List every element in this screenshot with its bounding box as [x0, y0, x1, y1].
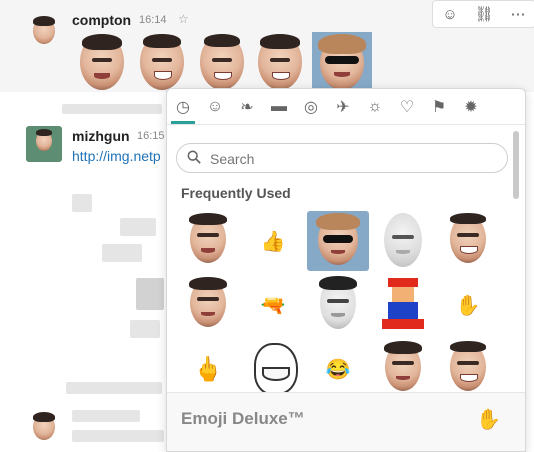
- troll-face-emoji[interactable]: [242, 339, 304, 399]
- emoji-pack-name: Emoji Deluxe™: [181, 409, 305, 428]
- heart-icon[interactable]: ♡: [391, 89, 423, 124]
- smiley-icon[interactable]: ☺: [199, 89, 231, 124]
- picker-footer: Emoji Deluxe™ ✋: [167, 392, 525, 451]
- thumbs-up-emoji[interactable]: 👍: [242, 211, 304, 271]
- mario-face-icon: [392, 287, 414, 302]
- burger-icon[interactable]: ▬: [263, 89, 295, 124]
- blurred-content: [102, 244, 142, 262]
- add-reaction-icon[interactable]: ☺: [436, 3, 464, 25]
- message-actions: ☺ ⛓ ⋯: [432, 0, 534, 28]
- blurred-text: [66, 382, 162, 394]
- middle-finger-emoji[interactable]: 🖕: [177, 339, 239, 399]
- emoji-face[interactable]: [140, 34, 184, 92]
- lightbulb-icon[interactable]: ☼: [359, 89, 391, 124]
- middle-finger-icon: 🖕: [193, 355, 223, 383]
- avatar[interactable]: [26, 408, 62, 444]
- custom-icon[interactable]: ✹: [455, 89, 487, 124]
- blurred-content: [130, 320, 160, 338]
- timestamp[interactable]: 16:14: [139, 14, 167, 26]
- emoji-face[interactable]: [80, 34, 124, 92]
- flag-icon[interactable]: ⚑: [423, 89, 455, 124]
- more-icon[interactable]: ⋯: [504, 3, 532, 25]
- mario-hat-icon: [388, 278, 418, 287]
- emoji-face-sunglasses[interactable]: [307, 211, 369, 271]
- emoji-search[interactable]: [176, 143, 508, 173]
- blurred-text: [72, 430, 164, 442]
- raised-hand-icon: ✋: [455, 294, 481, 317]
- blurred-text: [62, 104, 162, 114]
- emoji-face[interactable]: [307, 275, 369, 335]
- emoji-scrollbar[interactable]: [513, 131, 519, 199]
- emoji-face[interactable]: [372, 339, 434, 399]
- section-title: Frequently Used: [181, 185, 291, 201]
- emoji-face-smile[interactable]: [437, 211, 499, 271]
- link-icon[interactable]: ⛓: [470, 3, 498, 25]
- emoji-grid: 👍 🔫 ✋ 🖕 😂: [177, 211, 502, 397]
- star-icon[interactable]: ☆: [178, 12, 189, 26]
- laughing-icon: 😂: [325, 358, 351, 381]
- thumbs-up-icon: 👍: [260, 230, 286, 253]
- leaf-icon[interactable]: ❧: [231, 89, 263, 124]
- username[interactable]: compton: [72, 12, 131, 28]
- avatar[interactable]: [26, 126, 62, 162]
- raised-hand-emoji[interactable]: ✋: [437, 275, 499, 335]
- football-icon[interactable]: ◎: [295, 89, 327, 124]
- mario-boots-icon: [382, 319, 424, 329]
- troll-grin-icon: [262, 367, 290, 381]
- avatar[interactable]: [26, 12, 62, 48]
- blurred-content: [136, 278, 164, 310]
- skin-tone-button[interactable]: ✋: [476, 407, 501, 432]
- blurred-content: [120, 218, 156, 236]
- emoji-face[interactable]: [177, 211, 239, 271]
- message-link[interactable]: http://img.netp: [72, 148, 161, 164]
- timestamp[interactable]: 16:15: [137, 130, 165, 142]
- mario-overalls-icon: [388, 302, 418, 319]
- pistol-emoji[interactable]: 🔫: [242, 275, 304, 335]
- search-icon: [187, 150, 201, 164]
- laughing-emoji[interactable]: 😂: [307, 339, 369, 399]
- emoji-face[interactable]: [258, 34, 302, 92]
- emoji-face-sunglasses[interactable]: [312, 32, 372, 92]
- emoji-face[interactable]: [200, 34, 244, 92]
- emoji-picker: ◷ ☺ ❧ ▬ ◎ ✈ ☼ ♡ ⚑ ✹ Frequently Used 👍: [166, 88, 526, 452]
- airplane-icon[interactable]: ✈: [327, 89, 359, 124]
- blurred-text: [72, 410, 140, 422]
- emoji-category-tabs: ◷ ☺ ❧ ▬ ◎ ✈ ☼ ♡ ⚑ ✹: [167, 89, 525, 125]
- emoji-face[interactable]: [177, 275, 239, 335]
- username[interactable]: mizhgun: [72, 128, 130, 144]
- search-input[interactable]: [208, 148, 498, 170]
- emoji-face-smile[interactable]: [437, 339, 499, 399]
- mario-emoji[interactable]: [372, 275, 434, 335]
- blurred-content: [72, 194, 92, 212]
- emoji-face-bald[interactable]: [372, 211, 434, 271]
- pistol-icon: 🔫: [260, 294, 286, 317]
- clock-icon[interactable]: ◷: [167, 89, 199, 124]
